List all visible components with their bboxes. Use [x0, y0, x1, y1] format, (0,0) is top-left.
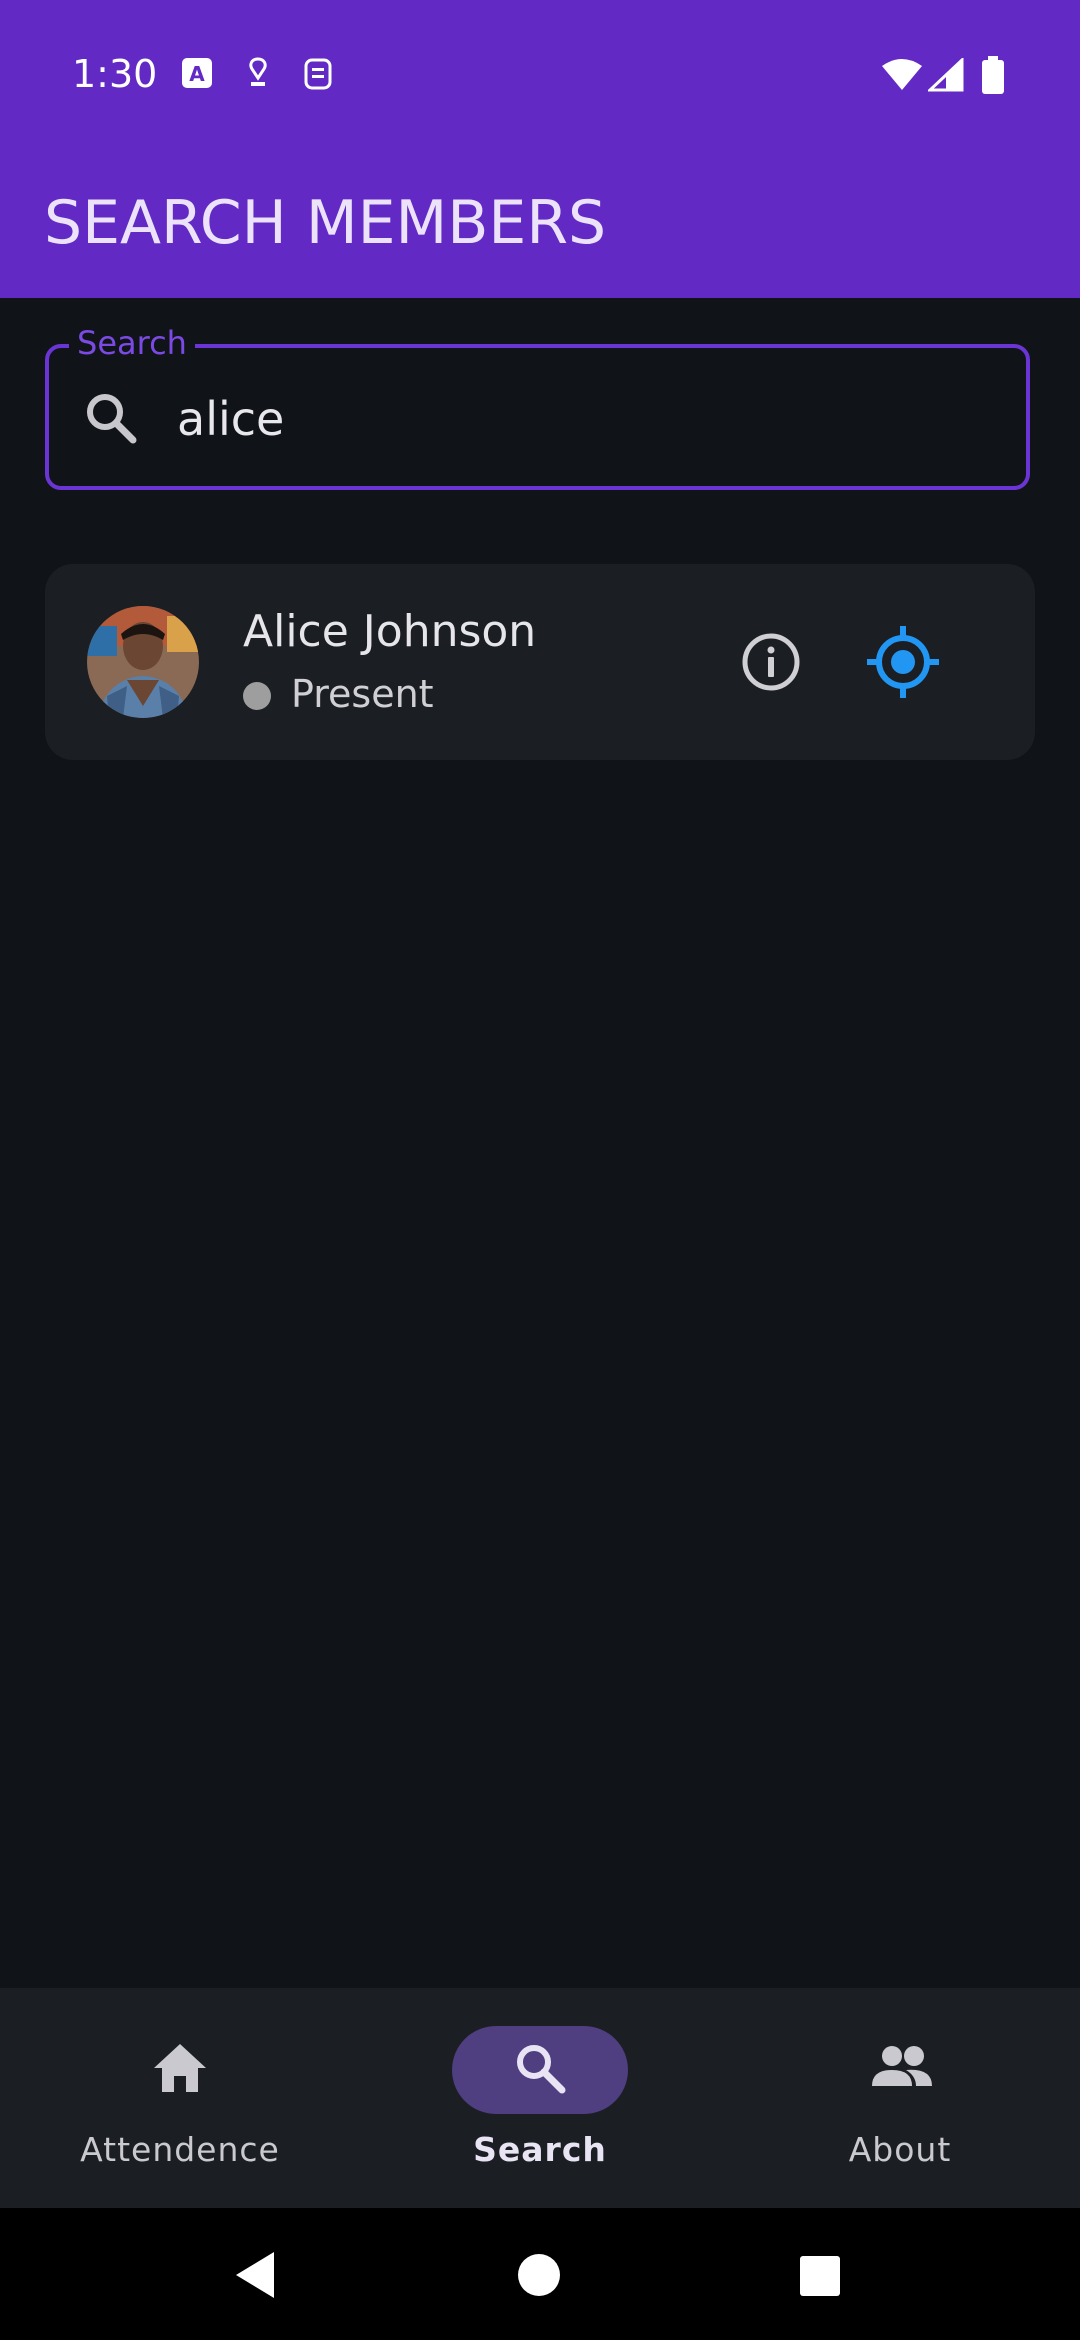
search-label: Search [69, 324, 195, 362]
nav-item-attendence[interactable]: Attendence [0, 1988, 360, 2208]
status-dot [243, 682, 271, 710]
info-icon[interactable] [735, 626, 807, 698]
svg-text:A: A [189, 62, 205, 86]
nav-item-search[interactable]: Search [360, 1988, 720, 2208]
avatar-image [87, 606, 199, 718]
nav-label: Attendence [80, 2130, 280, 2169]
signal-icon [928, 58, 964, 92]
system-navigation-bar [0, 2208, 1080, 2340]
location-pin-icon [249, 57, 267, 86]
nav-item-about[interactable]: About [720, 1988, 1080, 2208]
member-result-card[interactable]: Alice Johnson Present [45, 564, 1035, 760]
back-icon[interactable] [230, 2248, 280, 2302]
search-icon [87, 394, 137, 444]
member-name: Alice Johnson [243, 606, 537, 657]
search-icon [517, 2045, 566, 2094]
page-title: SEARCH MEMBERS [44, 188, 607, 258]
home-circle-icon[interactable] [516, 2252, 562, 2298]
gps-fixed-icon[interactable] [861, 620, 945, 704]
text-a-icon: A [182, 58, 212, 88]
search-field[interactable]: Search [45, 324, 1030, 490]
status-bar: 1:30 A [0, 0, 1080, 150]
search-input[interactable] [177, 382, 997, 456]
sim-toolkit-icon [304, 58, 332, 90]
status-time: 1:30 [72, 52, 158, 96]
member-status: Present [291, 672, 434, 716]
nav-label: About [848, 2130, 952, 2169]
recents-icon[interactable] [798, 2254, 842, 2298]
app-bar: SEARCH MEMBERS [0, 150, 1080, 298]
wifi-icon [882, 59, 922, 90]
bottom-navigation: Attendence Search About [0, 1988, 1080, 2208]
nav-label: Search [473, 2130, 607, 2169]
avatar [87, 606, 199, 718]
battery-icon [982, 56, 1004, 94]
group-icon [872, 2046, 932, 2086]
home-icon [154, 2044, 206, 2092]
